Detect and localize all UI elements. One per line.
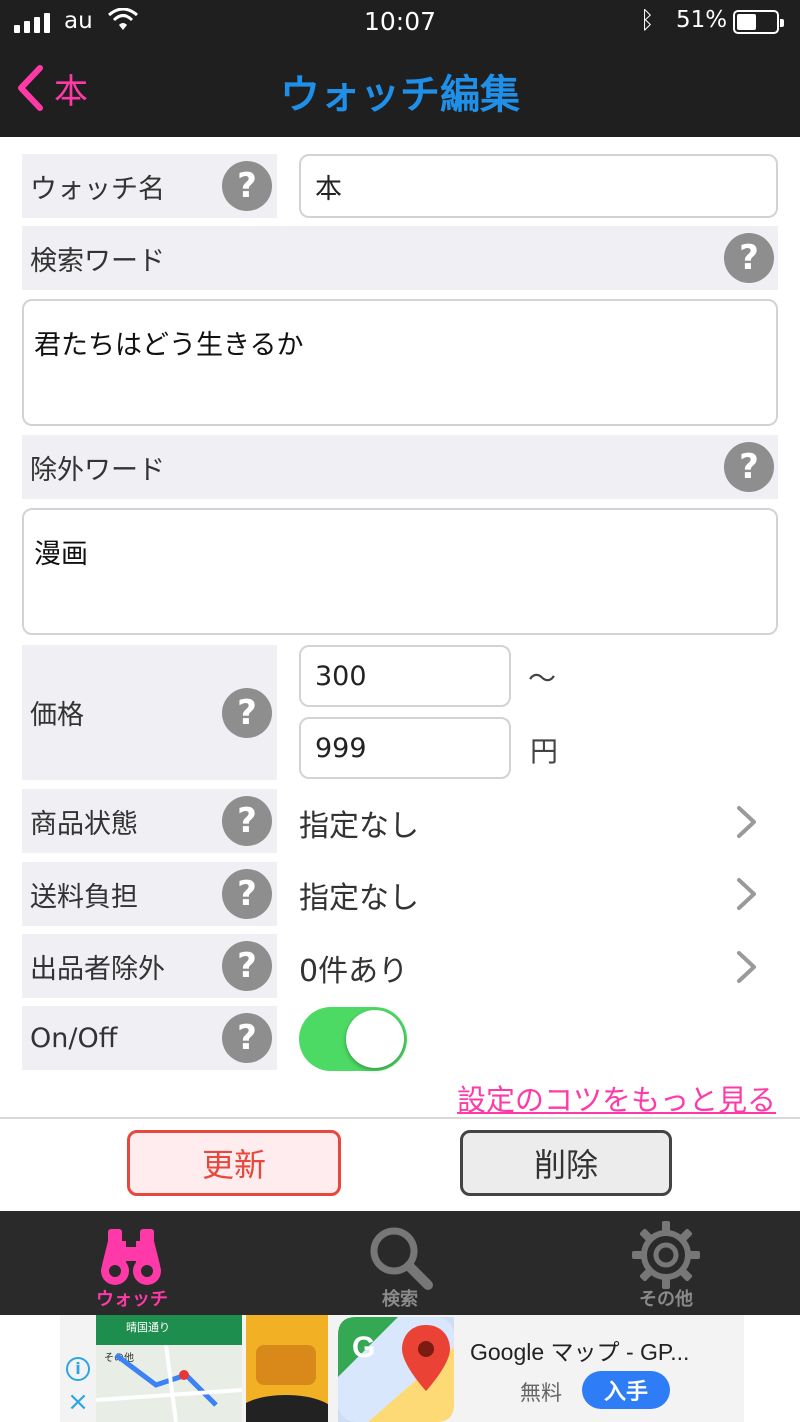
exclude-words-label: 除外ワード [22, 435, 778, 499]
ad-map-street: 晴国通り [126, 1321, 170, 1334]
svg-text:G: G [352, 1331, 375, 1364]
tab-bar: ウォッチ 検索 その他 [0, 1211, 800, 1315]
exclude-words-value: 漫画 [34, 539, 88, 570]
ad-banner[interactable]: i × 晴国通り その他 G Google マップ - GP... 無料 入手 [0, 1315, 800, 1422]
chevron-right-icon[interactable] [736, 950, 758, 984]
ad-get-button[interactable]: 入手 [582, 1371, 670, 1409]
ad-info-icon[interactable]: i [66, 1357, 90, 1381]
tips-link[interactable]: 設定のコツをもっと見る [457, 1077, 776, 1119]
delete-button[interactable]: 削除 [460, 1130, 672, 1196]
tab-search-label: 検索 [382, 1289, 418, 1310]
help-icon-condition[interactable]: ? [222, 796, 272, 846]
exclude-words-textarea[interactable]: 漫画 [22, 508, 778, 635]
battery-icon [733, 10, 784, 34]
condition-value[interactable]: 指定なし [299, 801, 419, 845]
divider [0, 1117, 800, 1119]
top-bar: au 10:07 ᛒ 51% 本 ウォッチ編集 [0, 0, 800, 137]
price-min-value: 300 [315, 660, 367, 692]
search-icon [370, 1227, 433, 1290]
help-icon-shipping[interactable]: ? [222, 869, 272, 919]
onoff-label-text: On/Off [30, 1022, 118, 1054]
help-icon-exclude-words[interactable]: ? [724, 442, 774, 492]
ad-map-header: 晴国通り [96, 1315, 242, 1345]
help-icon-onoff[interactable]: ? [222, 1013, 272, 1063]
gear-icon [632, 1221, 700, 1289]
bluetooth-icon: ᛒ [640, 6, 655, 34]
battery-percent: 51% [676, 7, 728, 33]
map-route-icon [96, 1345, 242, 1422]
price-unit: 円 [530, 735, 559, 768]
tab-other[interactable]: その他 [586, 1211, 746, 1315]
condition-label-text: 商品状態 [30, 808, 138, 840]
chevron-right-icon[interactable] [736, 877, 758, 911]
ad-content[interactable]: i × 晴国通り その他 G Google マップ - GP... 無料 入手 [60, 1315, 744, 1422]
search-words-value: 君たちはどう生きるか [34, 330, 304, 361]
seller-exclude-label-text: 出品者除外 [30, 953, 165, 985]
help-icon-seller-exclude[interactable]: ? [222, 941, 272, 991]
watch-name-label-text: ウォッチ名 [30, 173, 165, 205]
toggle-knob [346, 1010, 404, 1068]
price-min-input[interactable]: 300 [299, 645, 511, 707]
price-range-symbol: ～ [528, 662, 557, 695]
update-button[interactable]: 更新 [127, 1130, 341, 1196]
watch-name-input[interactable]: 本 [299, 154, 778, 218]
search-words-label-text: 検索ワード [30, 245, 165, 277]
binoculars-icon [101, 1229, 161, 1285]
shipping-label-text: 送料負担 [30, 881, 138, 913]
ad-app-name: Google マップ - GP... [470, 1339, 690, 1365]
ad-photo [246, 1315, 328, 1422]
ad-map-screenshot: 晴国通り その他 [96, 1315, 242, 1422]
shipping-value[interactable]: 指定なし [299, 873, 419, 917]
exclude-words-label-text: 除外ワード [30, 454, 165, 486]
help-icon-price[interactable]: ? [222, 688, 272, 738]
ad-price: 無料 [520, 1381, 562, 1405]
search-words-textarea[interactable]: 君たちはどう生きるか [22, 299, 778, 426]
search-words-label: 検索ワード [22, 226, 778, 290]
price-max-input[interactable]: 999 [299, 717, 511, 779]
price-label-text: 価格 [30, 700, 84, 731]
price-max-value: 999 [315, 732, 367, 764]
onoff-toggle[interactable] [299, 1007, 407, 1071]
seller-exclude-value[interactable]: 0件あり [299, 946, 408, 990]
tab-watch-label: ウォッチ [96, 1289, 168, 1310]
page-title: ウォッチ編集 [280, 72, 520, 118]
tab-search[interactable]: 検索 [320, 1211, 480, 1315]
google-maps-app-icon: G [338, 1317, 454, 1422]
help-icon-search-words[interactable]: ? [724, 233, 774, 283]
tab-watch[interactable]: ウォッチ [52, 1211, 212, 1315]
tab-other-label: その他 [639, 1289, 693, 1310]
watch-name-value: 本 [315, 173, 342, 205]
status-bar: au 10:07 ᛒ 51% [0, 0, 800, 46]
ad-close-icon[interactable]: × [66, 1389, 90, 1415]
chevron-right-icon[interactable] [736, 805, 758, 839]
help-icon-watch-name[interactable]: ? [222, 161, 272, 211]
